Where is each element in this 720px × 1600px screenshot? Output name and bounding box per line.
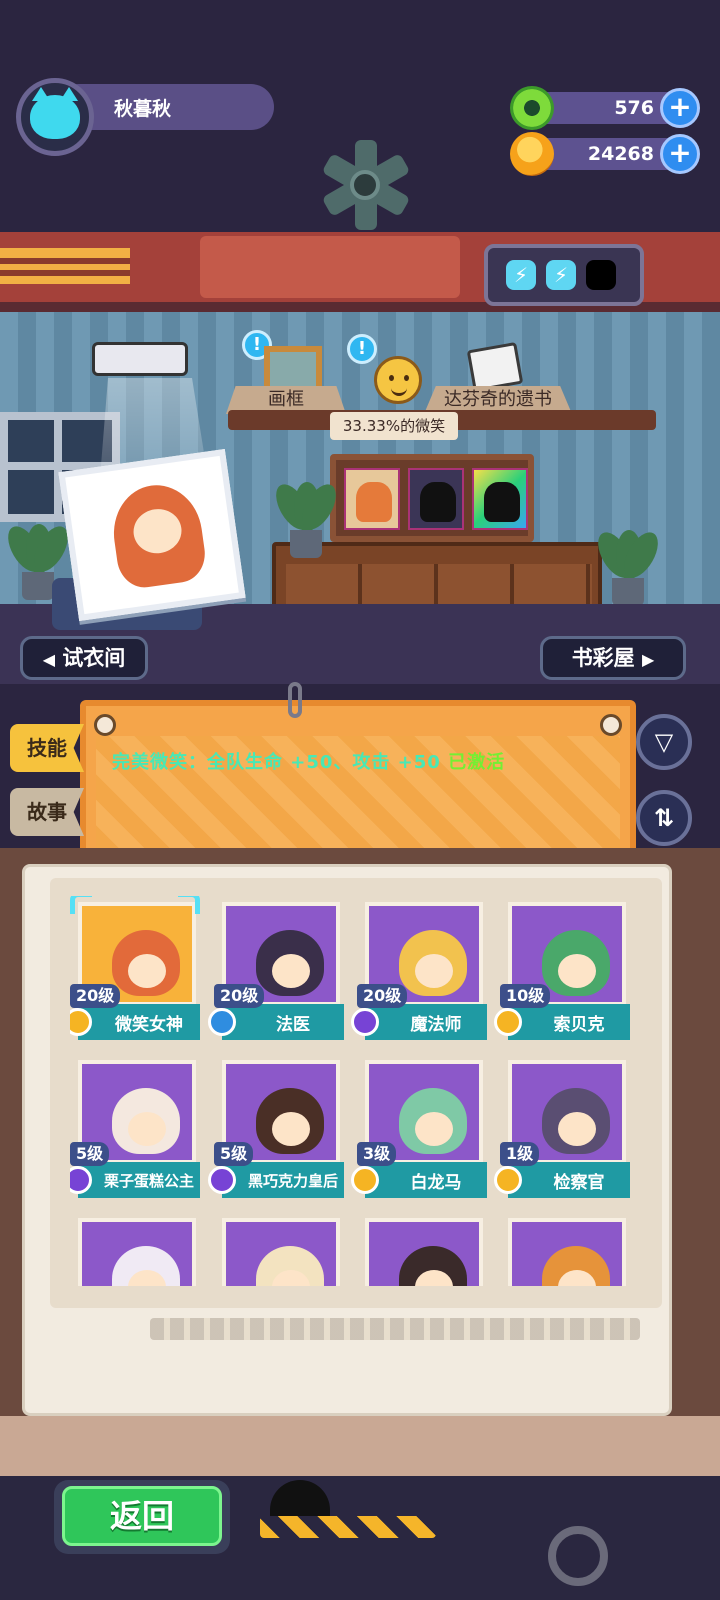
character-card[interactable]	[500, 1212, 630, 1286]
machine-panel	[200, 236, 460, 298]
energy-indicator[interactable]: ⚡ ⚡	[484, 244, 644, 306]
character-portrait	[365, 1218, 483, 1286]
rank-badge-icon	[494, 1166, 522, 1194]
character-portrait-frame[interactable]	[58, 449, 246, 621]
orange-planet-coin-icon	[510, 132, 554, 176]
gear-icon	[548, 1526, 608, 1586]
sort-button[interactable]: ⇅	[636, 790, 692, 846]
paper-clip-icon	[288, 682, 302, 718]
cat-avatar-icon	[30, 87, 80, 139]
skill-status: 已激活	[448, 752, 506, 773]
letter-item[interactable]	[466, 341, 524, 393]
character-level: 5级	[214, 1142, 254, 1166]
character-card[interactable]: 索贝克 10级	[494, 896, 630, 1044]
picture-frame-item[interactable]	[264, 346, 322, 392]
vent-decoration	[0, 248, 130, 284]
filter-icon: ▽	[654, 728, 674, 756]
character-name: 索贝克	[553, 1015, 605, 1035]
collection-display-case[interactable]	[330, 454, 534, 542]
arrow-right-icon: ▶	[642, 650, 655, 669]
collection-slot	[472, 468, 528, 530]
character-card[interactable]: 魔法师 20级	[351, 896, 487, 1044]
selected-corner-icon	[70, 896, 92, 914]
skill-description: 完美微笑：全队生命 +50、攻击 +50 已激活	[112, 752, 506, 773]
selected-corner-icon	[178, 896, 200, 914]
character-portrait	[78, 1218, 196, 1286]
character-level: 5级	[70, 1142, 110, 1166]
hazard-stripe-decoration	[260, 1516, 436, 1538]
character-card[interactable]	[214, 1212, 344, 1286]
pin-icon	[94, 714, 116, 736]
character-level: 10级	[500, 984, 551, 1008]
ceiling-fan-decoration	[310, 130, 420, 240]
collection-slot	[344, 468, 400, 530]
mood-percent-label: 33.33%的微笑	[330, 412, 458, 440]
rank-badge-icon	[494, 1008, 522, 1036]
rank-badge-icon	[208, 1008, 236, 1036]
game-screen: ⚡ ⚡ ! ! 画框 达芬奇的遗书 33.33%的微笑 ◀ 试衣间 书彩屋 ▶ …	[0, 0, 720, 1600]
character-card[interactable]: 微笑女神 20级	[70, 896, 200, 1044]
rank-badge-icon	[351, 1166, 379, 1194]
tab-skill[interactable]: 技能	[10, 724, 84, 772]
potted-plant-decoration	[591, 526, 665, 606]
character-portrait	[222, 1218, 340, 1286]
rank-badge-icon	[208, 1166, 236, 1194]
character-name: 法医	[276, 1015, 310, 1035]
character-name: 栗子蛋糕公主	[103, 1172, 194, 1190]
character-card[interactable]: 栗子蛋糕公主 5级	[70, 1054, 200, 1202]
projector-decoration	[92, 342, 188, 376]
player-avatar[interactable]	[16, 78, 94, 156]
character-level: 20级	[357, 984, 408, 1008]
character-level: 3级	[357, 1142, 397, 1166]
character-card[interactable]: 黑巧克力皇后 5级	[208, 1054, 344, 1202]
sort-arrows-icon: ⇅	[653, 804, 675, 832]
rank-badge-icon	[351, 1008, 379, 1036]
collection-slot	[408, 468, 464, 530]
book-room-button[interactable]: 书彩屋 ▶	[540, 636, 686, 680]
obscured-text	[150, 1318, 640, 1340]
character-card[interactable]	[357, 1212, 487, 1286]
arrow-left-icon: ◀	[42, 650, 55, 669]
character-name: 检察官	[553, 1173, 605, 1193]
filter-button[interactable]: ▽	[636, 714, 692, 770]
character-grid: 微笑女神 20级 法医 20级 魔法师 20级 索贝克 10级 栗子蛋糕公主 5级 黑巧克力皇后 5级…	[70, 896, 650, 1286]
character-name: 黑巧克力皇后	[247, 1172, 338, 1190]
energy-bolt-icon: ⚡	[546, 260, 576, 290]
character-level: 1级	[500, 1142, 540, 1166]
pin-icon	[600, 714, 622, 736]
currency-gems: 576 +	[510, 86, 700, 130]
character-level: 20级	[214, 984, 265, 1008]
back-button[interactable]: 返回	[54, 1480, 230, 1554]
energy-bolt-icon: ⚡	[506, 260, 536, 290]
player-profile[interactable]: 秋暮秋	[16, 78, 274, 156]
fitting-room-button[interactable]: ◀ 试衣间	[20, 636, 148, 680]
character-portrait	[508, 1218, 626, 1286]
gem-count: 576	[614, 97, 654, 119]
tab-story[interactable]: 故事	[10, 788, 84, 836]
alert-bubble-icon[interactable]: !	[347, 334, 377, 364]
currency-coins: 24268 +	[510, 132, 700, 176]
character-name: 微笑女神	[115, 1015, 183, 1035]
coin-count: 24268	[587, 143, 654, 165]
green-gem-coin-icon	[510, 86, 554, 130]
player-name: 秋暮秋	[114, 98, 172, 120]
character-card[interactable]: 检察官 1级	[494, 1054, 630, 1202]
character-card[interactable]: 法医 20级	[208, 896, 344, 1044]
character-name: 白龙马	[410, 1173, 462, 1193]
potted-plant-decoration	[269, 478, 343, 558]
character-name: 魔法师	[410, 1015, 462, 1035]
add-gems-button[interactable]: +	[660, 88, 700, 128]
character-level: 20级	[70, 984, 121, 1008]
energy-empty-icon	[586, 260, 616, 290]
shadow-creature-decoration	[270, 1480, 330, 1516]
character-card[interactable]	[70, 1212, 200, 1286]
book-spine	[0, 1416, 720, 1476]
smile-face-icon[interactable]	[374, 356, 422, 404]
character-card[interactable]: 白龙马 3级	[351, 1054, 487, 1202]
add-coins-button[interactable]: +	[660, 134, 700, 174]
